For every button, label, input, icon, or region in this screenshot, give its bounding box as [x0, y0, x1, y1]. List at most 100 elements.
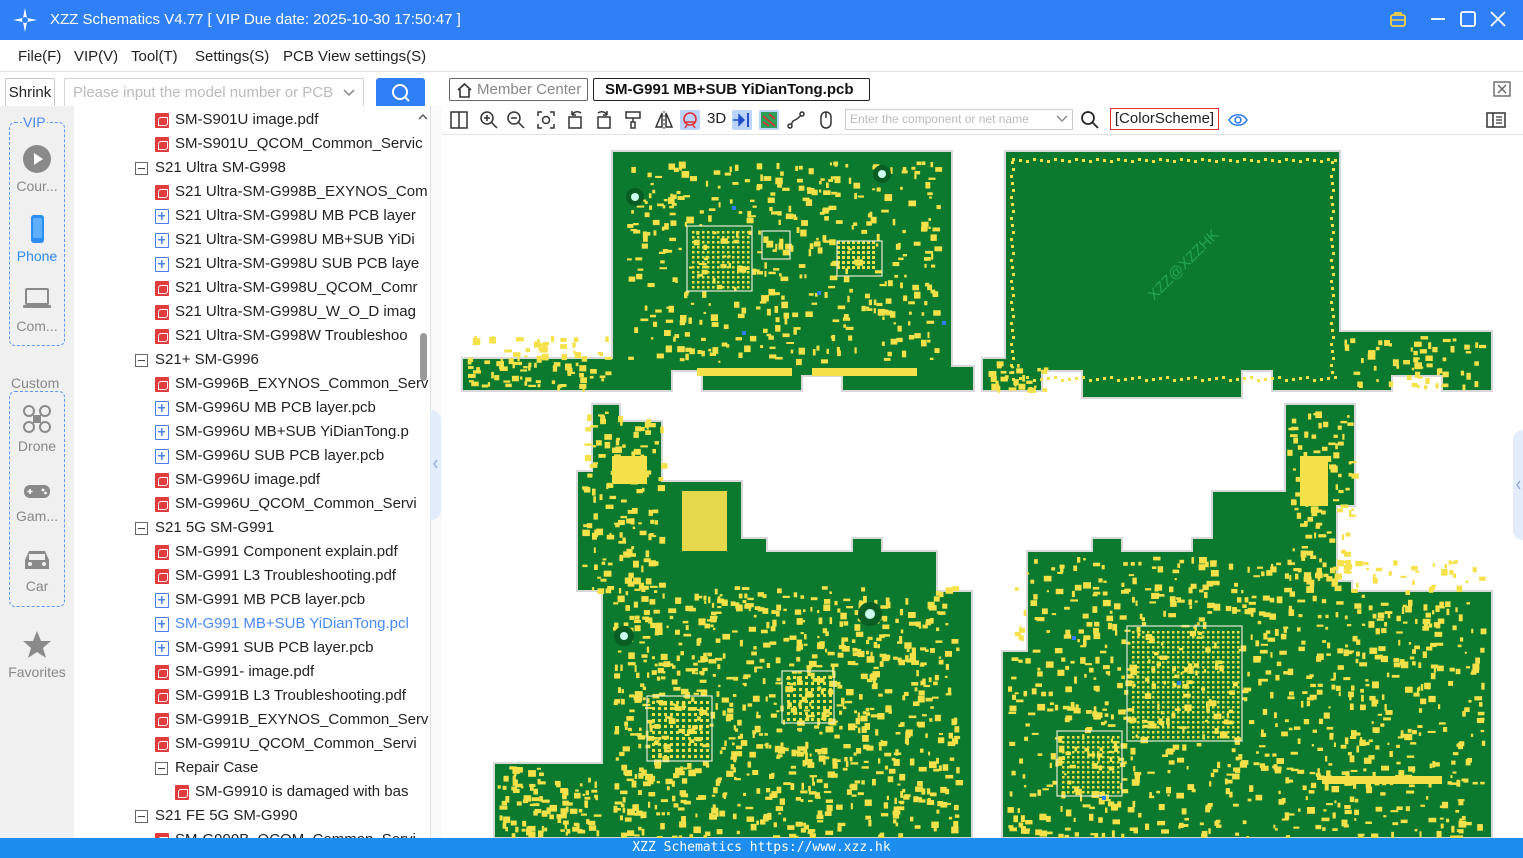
pcb-pad[interactable] [1420, 684, 1424, 691]
pcb-pad[interactable] [757, 607, 765, 612]
pcb-pad[interactable] [1089, 813, 1094, 821]
pcb-pad[interactable] [750, 199, 755, 202]
pcb-pad[interactable] [1425, 355, 1433, 362]
pcb-pad[interactable] [1293, 568, 1300, 572]
bga-ball[interactable] [694, 719, 697, 722]
bga-ball[interactable] [1147, 681, 1150, 684]
pcb-pad[interactable] [1428, 817, 1437, 823]
pcb-pad[interactable] [1055, 588, 1064, 595]
bga-ball[interactable] [1167, 711, 1170, 714]
via[interactable] [1180, 378, 1183, 381]
pcb-pad[interactable] [776, 710, 780, 713]
pcb-pad[interactable] [1070, 599, 1078, 602]
pcb-pad[interactable] [591, 587, 595, 591]
bga-ball[interactable] [707, 231, 710, 234]
pcb-pad[interactable] [905, 729, 913, 737]
bga-ball[interactable] [1107, 781, 1110, 784]
bga-ball[interactable] [1157, 646, 1160, 649]
pcb-pad[interactable] [956, 767, 960, 774]
pcb-pad[interactable] [717, 606, 722, 609]
pcb-pad[interactable] [843, 598, 851, 602]
pcb-pad[interactable] [935, 167, 943, 172]
pcb-pad[interactable] [726, 713, 734, 720]
pcb-pad[interactable] [1360, 704, 1366, 711]
pcb-pad[interactable] [1372, 613, 1377, 619]
pcb-pad[interactable] [621, 764, 628, 771]
pcb-pad[interactable] [1432, 563, 1435, 567]
pcb-pad[interactable] [1355, 658, 1359, 664]
bga-ball[interactable] [793, 688, 796, 691]
bga-ball[interactable] [1182, 691, 1185, 694]
pcb-pad[interactable] [693, 662, 698, 666]
pcb-pad[interactable] [1167, 794, 1170, 797]
pcb-pad[interactable] [1013, 379, 1019, 386]
pcb-pad[interactable] [928, 751, 931, 756]
bga-ball[interactable] [742, 231, 745, 234]
bga-ball[interactable] [1227, 661, 1230, 664]
pcb-pad[interactable] [593, 547, 596, 554]
pcb-pad[interactable] [1435, 642, 1444, 646]
pcb-pad[interactable] [775, 682, 782, 685]
bga-ball[interactable] [1147, 696, 1150, 699]
pcb-pad[interactable] [773, 702, 777, 705]
pcb-pad[interactable] [1077, 639, 1080, 643]
pcb-pad[interactable] [1281, 797, 1286, 804]
pcb-pad[interactable] [843, 324, 846, 328]
pcb-pad[interactable] [1398, 639, 1401, 646]
pcb-pad[interactable] [875, 243, 879, 247]
pcb-pad[interactable] [954, 726, 960, 733]
pcb-pad[interactable] [780, 276, 789, 282]
bga-ball[interactable] [1212, 651, 1215, 654]
pcb-pad[interactable] [817, 635, 820, 639]
pcb-pad[interactable] [1381, 628, 1387, 634]
bga-ball[interactable] [1192, 661, 1195, 664]
bga-ball[interactable] [1177, 721, 1180, 724]
bga-ball[interactable] [852, 246, 855, 249]
bga-ball[interactable] [1172, 736, 1175, 739]
pcb-pad[interactable] [572, 826, 580, 832]
bga-ball[interactable] [1142, 661, 1145, 664]
pcb-pad[interactable] [1276, 596, 1283, 604]
bga-ball[interactable] [1207, 696, 1210, 699]
pcb-pad[interactable] [884, 281, 887, 287]
pcb-pad[interactable] [1332, 828, 1338, 831]
pcb-pad[interactable] [1100, 650, 1107, 654]
bga-ball[interactable] [1132, 711, 1135, 714]
bga-ball[interactable] [799, 700, 802, 703]
pcb-pad[interactable] [524, 355, 528, 358]
bga-ball[interactable] [1187, 716, 1190, 719]
pcb-pad[interactable] [1093, 685, 1100, 691]
pcb-pad[interactable] [665, 345, 672, 353]
bga-ball[interactable] [1197, 716, 1200, 719]
bga-ball[interactable] [1187, 641, 1190, 644]
pcb-pad[interactable] [807, 714, 815, 718]
pcb-pad[interactable] [879, 283, 885, 287]
bga-ball[interactable] [1157, 706, 1160, 709]
pcb-pad[interactable] [1477, 711, 1485, 716]
pcb-pad[interactable] [582, 487, 590, 491]
bga-ball[interactable] [1137, 716, 1140, 719]
via[interactable] [1330, 301, 1333, 304]
pcb-pad[interactable] [679, 821, 687, 828]
pcb-pad[interactable] [784, 317, 788, 325]
pcb-pad[interactable] [1322, 640, 1327, 643]
pcb-pad[interactable] [904, 274, 907, 278]
pcb-pad[interactable] [522, 820, 527, 827]
pcb-pad[interactable] [1115, 629, 1118, 636]
bga-ball[interactable] [1087, 776, 1090, 779]
pcb-pad[interactable] [927, 331, 930, 339]
pcb-pad[interactable] [671, 203, 677, 206]
pcb-pad[interactable] [1174, 708, 1181, 711]
pcb-pad[interactable] [1405, 686, 1413, 693]
pcb-pad[interactable] [1345, 644, 1348, 648]
pcb-pad[interactable] [915, 621, 921, 627]
pcb-pad[interactable] [927, 192, 933, 196]
bga-ball[interactable] [1177, 736, 1180, 739]
pcb-pad[interactable] [593, 814, 602, 817]
pcb-pad[interactable] [833, 161, 839, 166]
pcb-pad[interactable] [642, 703, 651, 707]
pcb-pad[interactable] [1259, 649, 1268, 654]
bga-ball[interactable] [682, 731, 685, 734]
pcb-pad[interactable] [1030, 579, 1035, 584]
pcb-pad[interactable] [1366, 568, 1369, 571]
